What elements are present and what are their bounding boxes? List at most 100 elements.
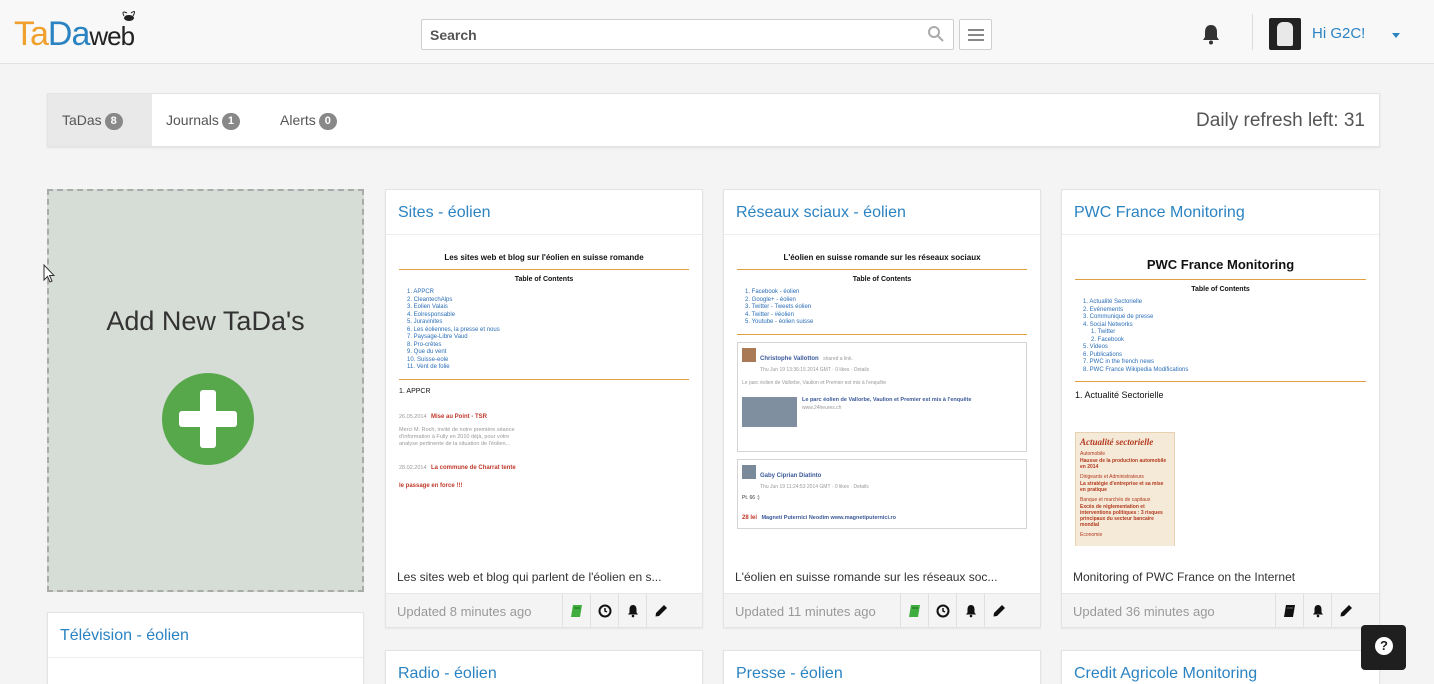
tab-count-badge: 0 bbox=[318, 113, 337, 130]
logo-ta: Ta bbox=[14, 15, 49, 53]
toc-item: 1. Twitter bbox=[1091, 329, 1116, 335]
toc-item: 8. Pro-crêtes bbox=[407, 341, 442, 348]
tadaweb-logo[interactable]: TaDaweb bbox=[14, 14, 135, 56]
journal-book-icon bbox=[571, 605, 582, 617]
tada-card-credit-agricole[interactable]: Credit Agricole Monitoring bbox=[1061, 650, 1380, 684]
chevron-down-icon[interactable] bbox=[1392, 33, 1400, 38]
user-greeting[interactable]: Hi G2C! bbox=[1312, 25, 1365, 42]
toc-item: 4. Twitter - #éolien bbox=[745, 311, 794, 318]
toc-item: 3. Twitter - Tweets éolien bbox=[745, 304, 812, 310]
toc-item: 10. Suisse-eole bbox=[407, 356, 449, 363]
edit-button[interactable] bbox=[984, 594, 1012, 627]
alert-button[interactable] bbox=[618, 594, 646, 627]
facebook-post: Gaby Ciprian Diatinto Thu Jun 19 11:24:5… bbox=[737, 458, 1027, 529]
thumb-rule bbox=[399, 269, 689, 270]
add-new-tada-card[interactable]: Add New TaDa's bbox=[47, 189, 364, 592]
card-thumbnail[interactable]: L'éolien en suisse romande sur les résea… bbox=[725, 235, 1039, 546]
fb-author: Christophe Vallotton bbox=[760, 355, 819, 362]
fb-avatar bbox=[742, 465, 756, 480]
journal-button[interactable] bbox=[900, 594, 928, 627]
tada-card-television[interactable]: Télévision - éolien bbox=[47, 612, 364, 684]
thumb-toc-title: Table of Contents bbox=[1191, 286, 1250, 293]
toc-item: 8. PWC France Wikipedia Modifications bbox=[1083, 366, 1189, 373]
mouse-cursor-icon bbox=[43, 264, 55, 283]
notifications-bell-icon[interactable] bbox=[1199, 22, 1223, 46]
schedule-button[interactable] bbox=[590, 594, 618, 627]
card-description: L'éolien en suisse romande sur les résea… bbox=[735, 570, 998, 584]
thumb-heading: Les sites web et blog sur l'éolien en su… bbox=[444, 253, 644, 262]
fb-post-header: Christophe Vallotton shared a link. bbox=[742, 347, 1022, 365]
search-icon[interactable] bbox=[927, 25, 945, 43]
toc-item: 1. Actualité Sectorielle bbox=[1083, 299, 1143, 305]
tada-card-reseaux[interactable]: Réseaux sciaux - éolien L'éolien en suis… bbox=[723, 189, 1041, 628]
tada-card-sites[interactable]: Sites - éolien Les sites web et blog sur… bbox=[385, 189, 703, 628]
card-description: Monitoring of PWC France on the Internet bbox=[1073, 570, 1296, 584]
journal-button[interactable] bbox=[1275, 594, 1303, 627]
toc-item: 4. Eolresponsable bbox=[407, 311, 456, 318]
card-divider bbox=[48, 657, 363, 658]
card-footer: Updated 11 minutes ago bbox=[724, 593, 1040, 627]
thumb-rule bbox=[737, 269, 1027, 270]
fb-link-price: 28 lei bbox=[742, 514, 758, 521]
clock-icon bbox=[936, 604, 950, 618]
plus-icon[interactable] bbox=[162, 373, 254, 465]
card-title[interactable]: Presse - éolien bbox=[736, 665, 843, 683]
fb-post-header: Gaby Ciprian Diatinto bbox=[742, 464, 1022, 482]
updated-time: Updated 36 minutes ago bbox=[1073, 604, 1215, 619]
fb-text: Pt. 66 :) bbox=[742, 494, 760, 501]
card-footer: Updated 8 minutes ago bbox=[386, 593, 702, 627]
thumb-post: 26.05.2014 Mise au Point - TSR Merci M. … bbox=[399, 405, 519, 448]
thumb-toc-list: 1. APPCR 2. CleantechAlps 3. Eolien Vala… bbox=[399, 289, 689, 372]
thumbnail-document: PWC France Monitoring Table of Contents … bbox=[1075, 253, 1366, 400]
updated-time: Updated 8 minutes ago bbox=[397, 604, 532, 619]
toc-item: 2. Evénements bbox=[1083, 306, 1124, 313]
tab-alerts[interactable]: Alerts 0 bbox=[266, 94, 351, 146]
card-thumbnail[interactable]: PWC France Monitoring Table of Contents … bbox=[1063, 235, 1378, 546]
search-box[interactable] bbox=[421, 19, 954, 50]
hamburger-menu-button[interactable] bbox=[959, 19, 992, 50]
thumb-toc-list: 1. Actualité Sectorielle 2. Evénements 3… bbox=[1075, 299, 1366, 374]
logo-da: Da bbox=[47, 15, 90, 53]
card-title[interactable]: Télévision - éolien bbox=[60, 627, 189, 645]
tada-card-presse[interactable]: Presse - éolien bbox=[723, 650, 1041, 684]
card-title[interactable]: Réseaux sciaux - éolien bbox=[736, 204, 906, 222]
search-input[interactable] bbox=[422, 20, 902, 49]
toc-item: 1. Facebook - éolien bbox=[745, 289, 800, 295]
newsletter-line: La stratégie d'entreprise et sa mise en … bbox=[1080, 481, 1164, 493]
toc-item: 5. Youtube - éolien suisse bbox=[745, 319, 814, 325]
toc-item: 5. Juravinites bbox=[407, 319, 443, 325]
edit-button[interactable] bbox=[1331, 594, 1359, 627]
bell-icon bbox=[966, 605, 976, 618]
user-avatar[interactable] bbox=[1269, 18, 1301, 50]
thumbnail-document: Les sites web et blog sur l'éolien en su… bbox=[399, 253, 689, 492]
tab-tadas[interactable]: TaDas 8 bbox=[48, 94, 152, 146]
card-title[interactable]: PWC France Monitoring bbox=[1074, 204, 1245, 222]
edit-button[interactable] bbox=[646, 594, 674, 627]
newsletter-image: Actualité sectorielle Automobile Hausse … bbox=[1075, 432, 1175, 546]
help-button[interactable]: ? bbox=[1361, 625, 1406, 670]
toc-item: 2. Google+ - éolien bbox=[745, 296, 796, 303]
alert-button[interactable] bbox=[1303, 594, 1331, 627]
tada-card-pwc[interactable]: PWC France Monitoring PWC France Monitor… bbox=[1061, 189, 1380, 628]
card-title[interactable]: Credit Agricole Monitoring bbox=[1074, 665, 1257, 683]
alert-button[interactable] bbox=[956, 594, 984, 627]
card-thumbnail[interactable]: Les sites web et blog sur l'éolien en su… bbox=[387, 235, 701, 546]
fb-action: shared a link. bbox=[823, 355, 853, 362]
top-navbar: TaDaweb Hi G2C! bbox=[0, 0, 1434, 64]
menu-line bbox=[968, 39, 984, 41]
updated-time: Updated 11 minutes ago bbox=[735, 604, 876, 619]
bell-icon bbox=[628, 605, 638, 618]
tada-card-radio[interactable]: Radio - éolien bbox=[385, 650, 703, 684]
fb-text: Le parc éolien de Vallorbe, Vaulion et P… bbox=[742, 379, 887, 386]
tab-journals[interactable]: Journals 1 bbox=[152, 94, 254, 146]
schedule-button[interactable] bbox=[928, 594, 956, 627]
toc-item: 7. Paysage-Libre Vaud bbox=[407, 334, 468, 340]
card-title[interactable]: Sites - éolien bbox=[398, 204, 491, 222]
fb-author: Gaby Ciprian Diatinto bbox=[760, 472, 822, 479]
card-title[interactable]: Radio - éolien bbox=[398, 665, 497, 683]
journal-button[interactable] bbox=[562, 594, 590, 627]
newsletter-line: Economie bbox=[1080, 532, 1103, 538]
logo-web: web bbox=[89, 21, 135, 51]
toc-item: 7. PWC in the french news bbox=[1083, 359, 1155, 365]
thumb-post: 28.02.2014 La commune de Charrat tente l… bbox=[399, 456, 519, 492]
